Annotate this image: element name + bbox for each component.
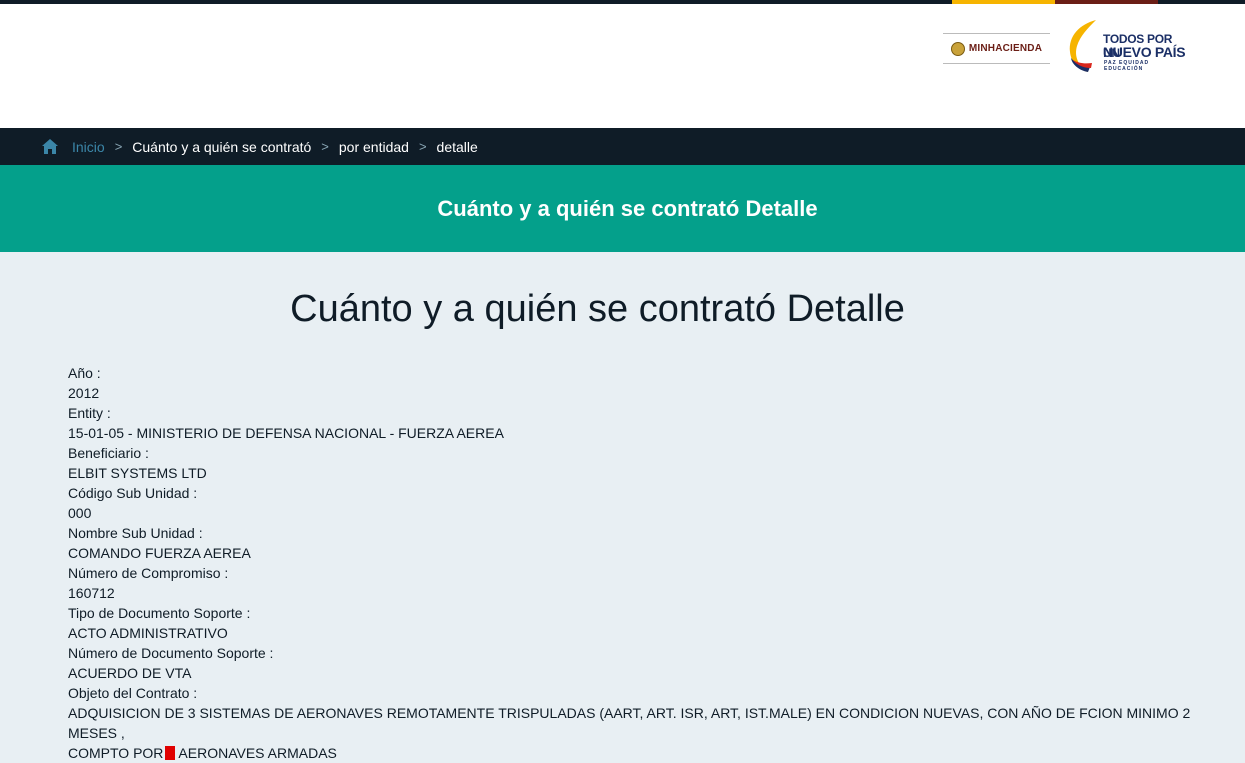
objeto-line2-after: AERONAVES ARMADAS: [178, 745, 337, 761]
field-label-numero-documento: Número de Documento Soporte :: [68, 645, 274, 661]
page-title: Cuánto y a quién se contrató Detalle: [290, 288, 905, 330]
banner-title: Cuánto y a quién se contrató Detalle: [437, 195, 818, 221]
logo-line-3: PAZ EQUIDAD EDUCACIÓN: [1104, 60, 1150, 72]
field-value-objeto-contrato-line1: ADQUISICION DE 3 SISTEMAS DE AERONAVES R…: [68, 705, 1191, 741]
minhacienda-label: MINHACIENDA: [968, 43, 1043, 54]
field-label-beneficiario: Beneficiario :: [68, 445, 149, 461]
field-label-nombre-sub-unidad: Nombre Sub Unidad :: [68, 525, 203, 541]
minhacienda-logo[interactable]: MINHACIENDA: [943, 33, 1050, 64]
breadcrumb-separator: >: [418, 139, 427, 154]
todos-por-un-nuevo-pais-logo[interactable]: TODOS POR UN NUEVO PAÍS PAZ EQUIDAD EDUC…: [1066, 18, 1186, 74]
site-header: MINHACIENDA TODOS POR UN NUEVO PAÍS PAZ …: [0, 4, 1245, 128]
field-label-tipo-documento: Tipo de Documento Soporte :: [68, 605, 251, 621]
field-value-entity: 15-01-05 - MINISTERIO DE DEFENSA NACIONA…: [68, 425, 504, 441]
field-label-ano: Año :: [68, 365, 101, 381]
breadcrumb-link-inicio[interactable]: Inicio: [72, 139, 105, 155]
field-value-numero-compromiso: 160712: [68, 585, 115, 601]
breadcrumb-link-contratos[interactable]: Cuánto y a quién se contrató: [132, 139, 311, 155]
field-value-tipo-documento: ACTO ADMINISTRATIVO: [68, 625, 228, 641]
breadcrumb-link-por-entidad[interactable]: por entidad: [339, 139, 409, 155]
field-label-codigo-sub-unidad: Código Sub Unidad :: [68, 485, 198, 501]
field-value-ano: 2012: [68, 385, 100, 401]
logo-line-2: NUEVO PAÍS: [1103, 44, 1186, 60]
field-label-objeto-contrato: Objeto del Contrato :: [68, 685, 198, 701]
redaction-mark: [165, 746, 176, 760]
home-icon[interactable]: [42, 139, 58, 155]
objeto-line2-before: COMPTO POR: [68, 745, 164, 761]
breadcrumb-separator: >: [114, 139, 123, 154]
breadcrumb-current-detalle: detalle: [436, 138, 478, 155]
field-value-objeto-contrato-line2: COMPTO POR AERONAVES ARMADAS: [68, 743, 1218, 763]
flag-swoosh-icon: [1069, 20, 1096, 72]
breadcrumb: Inicio > Cuánto y a quién se contrató > …: [0, 128, 1245, 165]
field-value-numero-documento: ACUERDO DE VTA: [68, 665, 192, 681]
page-banner: Cuánto y a quién se contrató Detalle: [0, 165, 1245, 252]
field-value-beneficiario: ELBIT SYSTEMS LTD: [68, 465, 207, 481]
field-value-nombre-sub-unidad: COMANDO FUERZA AEREA: [68, 545, 251, 561]
contract-details: Año : 2012 Entity : 15-01-05 - MINISTERI…: [68, 363, 1218, 763]
field-label-numero-compromiso: Número de Compromiso :: [68, 565, 229, 581]
coat-of-arms-icon: [950, 41, 965, 56]
field-label-entity: Entity :: [68, 405, 111, 421]
field-value-codigo-sub-unidad: 000: [68, 505, 92, 521]
breadcrumb-separator: >: [321, 139, 329, 154]
